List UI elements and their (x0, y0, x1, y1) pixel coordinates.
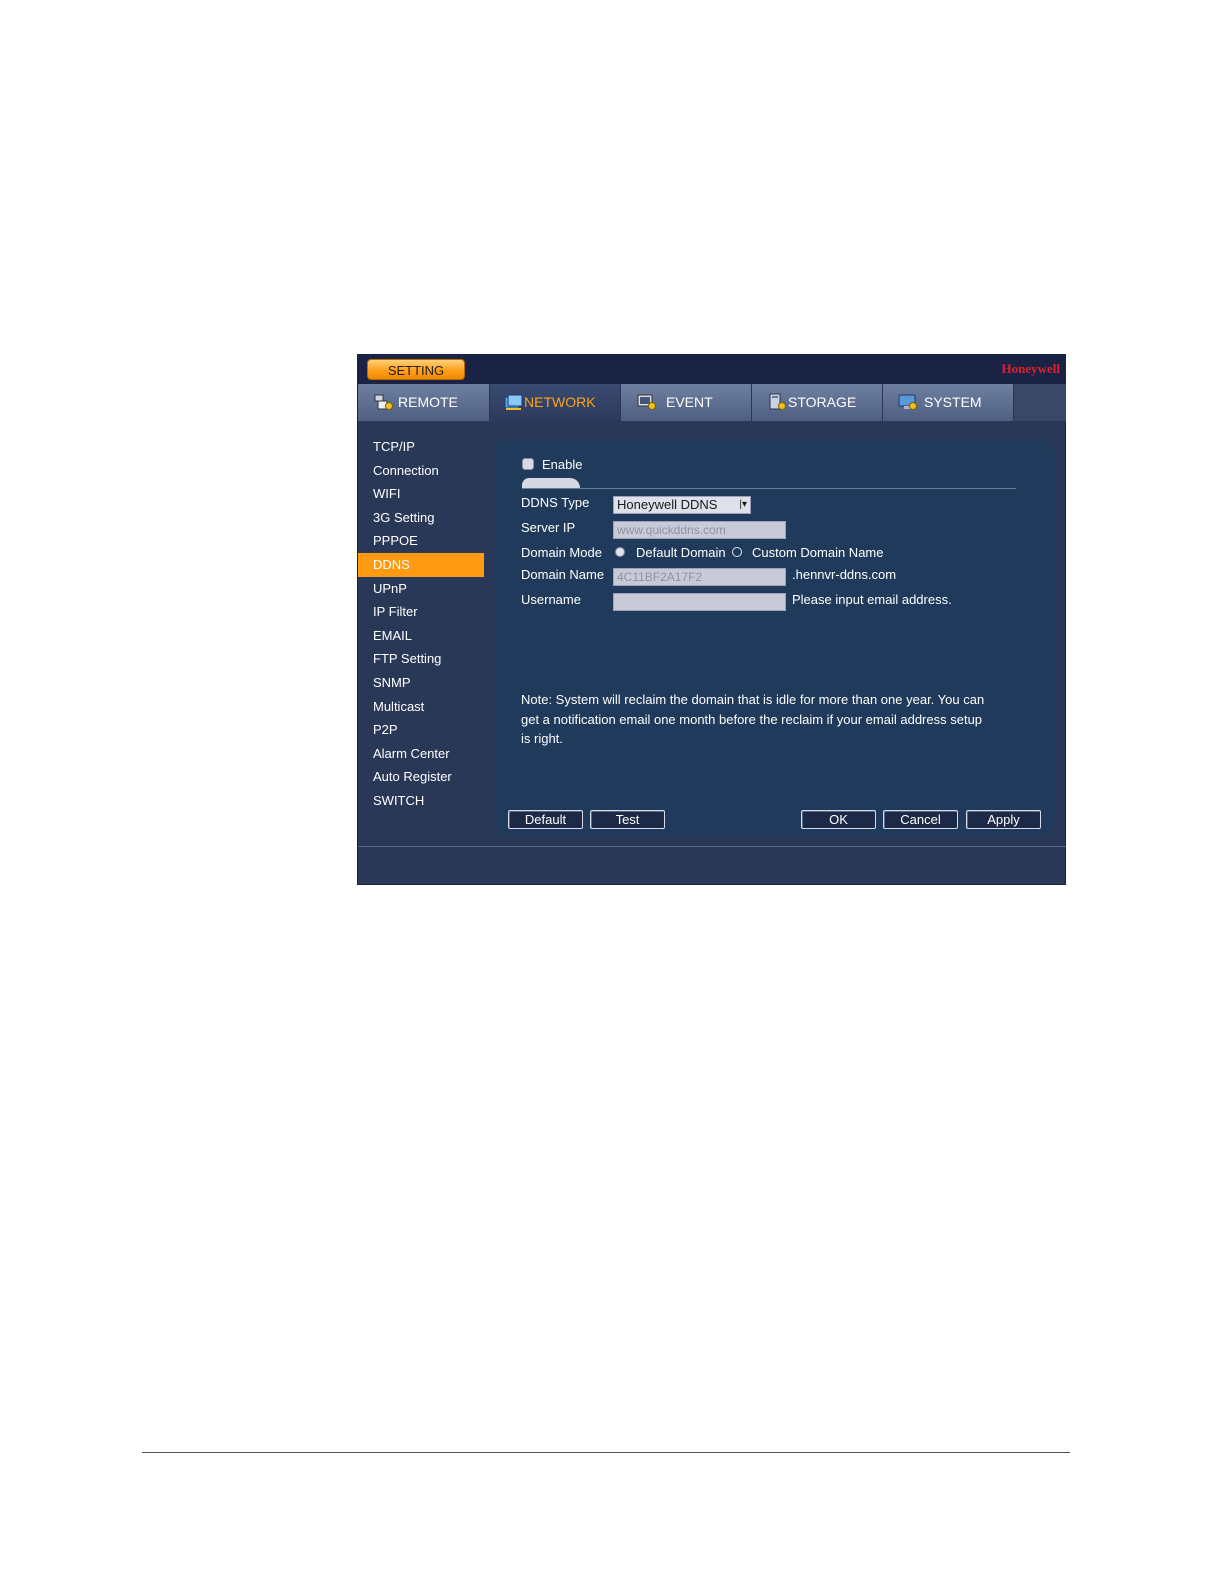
apply-button[interactable]: Apply (966, 810, 1041, 829)
note-line-3: is right. (521, 731, 563, 746)
sidebar-item-alarm-center[interactable]: Alarm Center (358, 742, 484, 766)
note-line-2: get a notification email one month befor… (521, 712, 983, 727)
sidebar-item-ip-filter[interactable]: IP Filter (358, 600, 484, 624)
tab-system[interactable]: SYSTEM (883, 384, 1014, 421)
server-ip-input[interactable]: www.quickddns.com (613, 521, 786, 539)
radio-default-domain[interactable] (615, 547, 625, 557)
enable-label: Enable (542, 457, 583, 472)
domain-mode-label: Domain Mode (521, 545, 602, 560)
radio-custom-domain[interactable] (732, 547, 742, 557)
event-icon (637, 394, 656, 410)
cancel-button[interactable]: Cancel (883, 810, 958, 829)
sidebar-item-p2p[interactable]: P2P (358, 718, 484, 742)
enable-checkbox[interactable] (522, 458, 534, 470)
sidebar-item-auto-register[interactable]: Auto Register (358, 765, 484, 789)
default-button[interactable]: Default (508, 810, 583, 829)
tab-remote[interactable]: REMOTE (358, 384, 490, 421)
settings-window: SETTING Honeywell REMOTE NETWORK EVENT S… (357, 354, 1066, 885)
domain-name-input[interactable]: 4C11BF2A17F2 (613, 568, 786, 586)
system-icon (898, 394, 917, 410)
sidebar-item-wifi[interactable]: WIFI (358, 482, 484, 506)
sidebar-item-snmp[interactable]: SNMP (358, 671, 484, 695)
tab-storage[interactable]: STORAGE (752, 384, 883, 421)
sidebar-item-email[interactable]: EMAIL (358, 624, 484, 648)
tab-network[interactable]: NETWORK (490, 384, 621, 421)
sidebar-item-switch[interactable]: SWITCH (358, 789, 484, 813)
sidebar-item-3g-setting[interactable]: 3G Setting (358, 506, 484, 530)
status-bar-divider (358, 846, 1066, 847)
default-domain-label: Default Domain (636, 545, 726, 560)
page-footer-rule (142, 1452, 1070, 1453)
brand-logo: Honeywell (1001, 361, 1061, 376)
tab-label: SYSTEM (924, 394, 982, 410)
main-tabs: REMOTE NETWORK EVENT STORAGE SYSTEM (358, 384, 1014, 421)
ddns-type-label: DDNS Type (521, 495, 590, 510)
custom-domain-label: Custom Domain Name (752, 545, 884, 560)
storage-icon (769, 393, 786, 410)
sidebar-item-upnp[interactable]: UPnP (358, 577, 484, 601)
domain-suffix: .hennvr-ddns.com (792, 567, 897, 582)
username-hint: Please input email address. (792, 592, 952, 607)
sidebar-menu: TCP/IP Connection WIFI 3G Setting PPPOE … (358, 435, 484, 813)
tab-bar-filler (1014, 384, 1066, 421)
sidebar-item-ftp-setting[interactable]: FTP Setting (358, 647, 484, 671)
note-line-1: Note: System will reclaim the domain tha… (521, 692, 985, 707)
test-button[interactable]: Test (590, 810, 665, 829)
sidebar-item-ddns[interactable]: DDNS (358, 552, 484, 577)
tab-event[interactable]: EVENT (621, 384, 752, 421)
sidebar-item-connection[interactable]: Connection (358, 459, 484, 483)
remote-icon (374, 394, 393, 410)
sub-tab[interactable] (522, 478, 580, 488)
server-ip-label: Server IP (521, 520, 576, 535)
sidebar-item-tcpip[interactable]: TCP/IP (358, 435, 484, 459)
title-bar: SETTING Honeywell (358, 355, 1066, 384)
tab-label: NETWORK (524, 394, 596, 410)
ddns-type-value: Honeywell DDNS (617, 497, 718, 512)
divider (522, 488, 1016, 489)
setting-button[interactable]: SETTING (367, 359, 465, 380)
tab-label: EVENT (666, 394, 713, 410)
sidebar-item-multicast[interactable]: Multicast (358, 695, 484, 719)
chevron-down-icon: |▾ (739, 499, 747, 510)
ddns-type-select[interactable]: Honeywell DDNS |▾ (613, 496, 751, 514)
sidebar-item-pppoe[interactable]: PPPOE (358, 529, 484, 553)
ok-button[interactable]: OK (801, 810, 876, 829)
username-label: Username (521, 592, 581, 607)
network-icon (504, 394, 523, 410)
username-input[interactable] (613, 593, 786, 611)
ddns-settings-panel: Enable DDNS Type Honeywell DDNS |▾ Serve… (494, 439, 1055, 835)
tab-label: REMOTE (398, 394, 458, 410)
tab-label: STORAGE (788, 394, 857, 410)
domain-name-label: Domain Name (521, 567, 605, 582)
